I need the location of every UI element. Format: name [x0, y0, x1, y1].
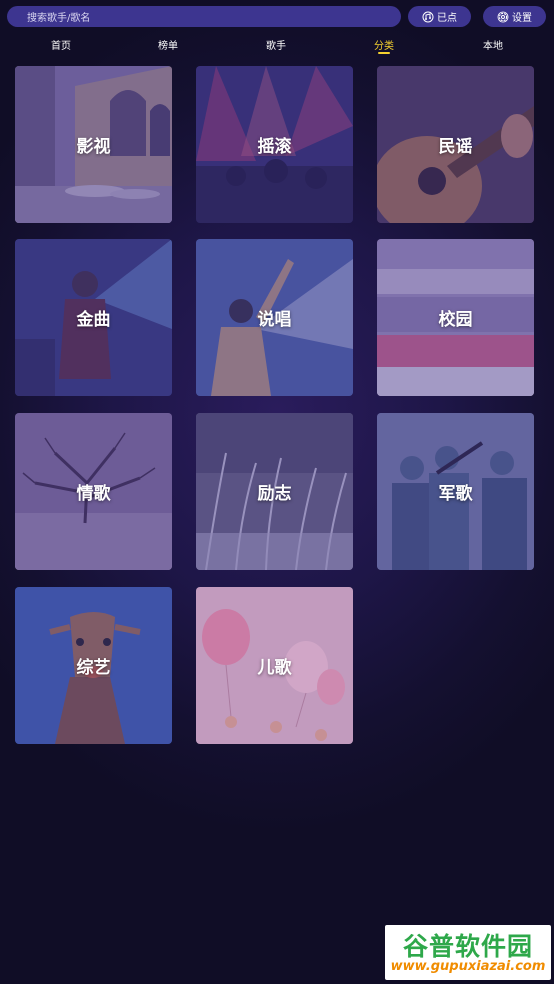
tab-categories[interactable]: 分类: [354, 37, 414, 54]
category-label: 情歌: [76, 484, 111, 504]
queued-songs-button[interactable]: 已点: [408, 6, 471, 27]
category-label: 励志: [257, 484, 292, 504]
category-label: 校园: [438, 310, 473, 330]
category-tile-military[interactable]: 军歌: [377, 413, 534, 570]
tab-singers[interactable]: 歌手: [246, 37, 306, 52]
category-label: 影视: [76, 137, 111, 157]
category-tile-campus[interactable]: 校园: [377, 239, 534, 396]
category-tile-folk[interactable]: 民谣: [377, 66, 534, 223]
category-tile-variety[interactable]: 综艺: [15, 587, 172, 744]
category-label: 军歌: [438, 484, 473, 504]
queued-songs-label: 已点: [437, 13, 457, 24]
watermark-url: www.gupuxiazai.com: [390, 959, 546, 974]
category-tile-love[interactable]: 情歌: [15, 413, 172, 570]
top-bar: 搜索歌手/歌名 已点 设置: [0, 0, 554, 34]
category-tile-kids[interactable]: 儿歌: [196, 587, 353, 744]
search-input[interactable]: 搜索歌手/歌名: [7, 6, 401, 27]
nav-tabs: 首页 榜单 歌手 分类 本地: [0, 37, 554, 57]
site-watermark: 谷普软件园 www.gupuxiazai.com: [385, 925, 551, 980]
category-label: 综艺: [76, 658, 111, 678]
category-label: 金曲: [76, 310, 111, 330]
category-tile-hits[interactable]: 金曲: [15, 239, 172, 396]
tab-home[interactable]: 首页: [31, 37, 91, 52]
category-tile-inspire[interactable]: 励志: [196, 413, 353, 570]
category-tile-rock[interactable]: 摇滚: [196, 66, 353, 223]
tab-charts[interactable]: 榜单: [138, 37, 198, 52]
search-placeholder: 搜索歌手/歌名: [27, 13, 91, 24]
watermark-title: 谷普软件园: [402, 932, 533, 961]
category-tile-rap[interactable]: 说唱: [196, 239, 353, 396]
category-label: 民谣: [438, 137, 473, 157]
settings-button[interactable]: 设置: [483, 6, 546, 27]
category-tile-film[interactable]: 影视: [15, 66, 172, 223]
queue-music-icon: [422, 11, 434, 22]
category-label: 说唱: [257, 310, 292, 330]
gear-icon: [497, 11, 509, 22]
tab-local[interactable]: 本地: [463, 37, 523, 52]
settings-label: 设置: [512, 13, 532, 24]
category-label: 摇滚: [257, 137, 292, 157]
category-label: 儿歌: [257, 658, 292, 678]
